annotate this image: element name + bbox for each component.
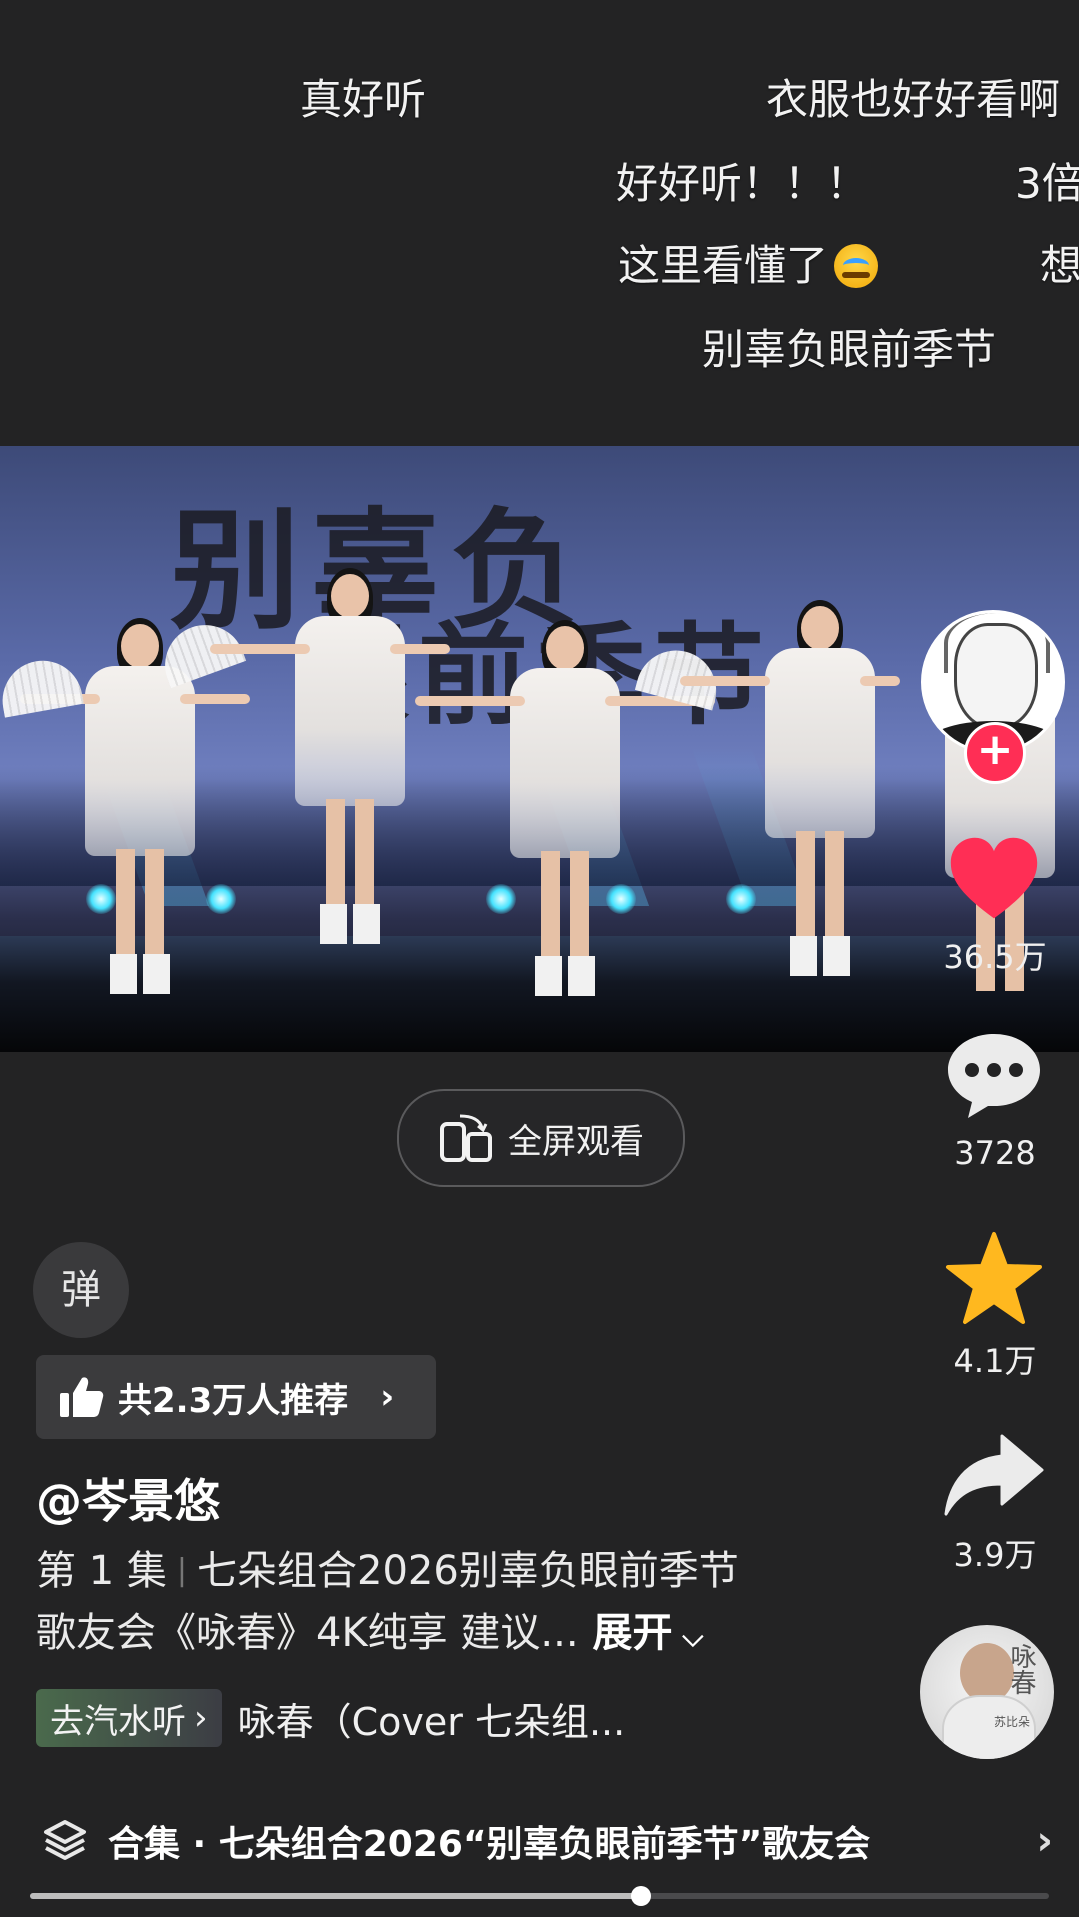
danmaku-comment: 好好听！！！ <box>616 159 869 208</box>
danmaku-comment: 这里看懂了 <box>618 232 879 293</box>
dancer <box>680 600 900 996</box>
description-line2: 歌友会《咏春》4K纯享 建议... <box>36 1610 579 1656</box>
danmaku-comment: 3倍 <box>1015 159 1079 208</box>
music-row[interactable]: 去汽水听 › 咏春（Cover 七朵组... <box>36 1688 625 1748</box>
video-description[interactable]: 第 1 集 | 七朵组合2026别辜负眼前季节 歌友会《咏春》4K纯享 建议... 展… <box>36 1540 836 1668</box>
collection-label: 合集 · 七朵组合2026“别辜负眼前季节”歌友会 <box>108 1824 871 1865</box>
music-name: 咏春（Cover 七朵组... <box>237 1699 626 1744</box>
thumbs-up-icon <box>60 1377 104 1417</box>
danmaku-comment: 衣服也好好看啊 <box>766 75 1061 124</box>
stage-light <box>726 884 756 914</box>
danmaku-toggle-button[interactable]: 弹 <box>33 1242 129 1338</box>
stage-light <box>206 884 236 914</box>
chevron-right-icon: › <box>380 1377 395 1417</box>
favorite-count: 4.1万 <box>953 1342 1037 1380</box>
share-count: 3.9万 <box>953 1536 1037 1574</box>
chevron-down-icon: ⌵ <box>672 1620 704 1653</box>
dancer <box>415 620 715 1006</box>
fullscreen-button[interactable]: 全屏观看 <box>397 1089 685 1187</box>
collection-bar[interactable]: 合集 · 七朵组合2026“别辜负眼前季节”歌友会 › <box>0 1804 1079 1878</box>
episode-label: 第 1 集 <box>36 1548 167 1594</box>
author-name[interactable]: @岑景悠 <box>36 1465 220 1531</box>
music-disc-title: 咏春 <box>1006 1643 1036 1695</box>
danmaku-comment: 真好听 <box>300 75 427 124</box>
music-disc-artist: 苏比朵 <box>993 1715 1030 1729</box>
recommend-chip[interactable]: 共2.3万人推荐 › <box>36 1355 436 1439</box>
rotate-screen-icon <box>440 1114 492 1162</box>
fan <box>0 654 84 718</box>
danmaku-comment: 别辜负眼前季节 <box>702 325 997 374</box>
progress-fill <box>30 1893 642 1899</box>
follow-button[interactable]: + <box>964 722 1026 784</box>
danmaku-comment: 想 <box>1040 241 1079 290</box>
layers-icon <box>44 1820 86 1860</box>
description-line1: 七朵组合2026别辜负眼前季节 <box>197 1548 739 1594</box>
chevron-right-icon: › <box>1036 1818 1053 1864</box>
comment-count: 3728 <box>954 1134 1036 1172</box>
like-heart-icon[interactable] <box>946 832 1042 928</box>
chevron-right-icon: › <box>194 1698 208 1738</box>
progress-handle[interactable] <box>631 1886 652 1906</box>
expand-button[interactable]: 展开 ⌵ <box>593 1610 704 1656</box>
dancer <box>210 568 450 974</box>
fullscreen-label: 全屏观看 <box>508 1121 644 1162</box>
favorite-star-icon[interactable] <box>942 1230 1046 1330</box>
music-disc[interactable]: 咏春 苏比朵 <box>920 1625 1054 1759</box>
recommend-label: 共2.3万人推荐 <box>118 1380 349 1421</box>
divider: | <box>176 1553 187 1588</box>
playback-progress-bar[interactable] <box>30 1886 1049 1906</box>
video-frame[interactable]: 别辜负 眼前季节 <box>0 446 1079 1052</box>
share-arrow-icon[interactable] <box>942 1432 1046 1518</box>
music-app-tag[interactable]: 去汽水听 › <box>36 1689 222 1747</box>
comment-bubble-icon[interactable] <box>944 1030 1044 1120</box>
crying-emoji-icon <box>834 244 879 288</box>
like-count: 36.5万 <box>943 938 1047 976</box>
